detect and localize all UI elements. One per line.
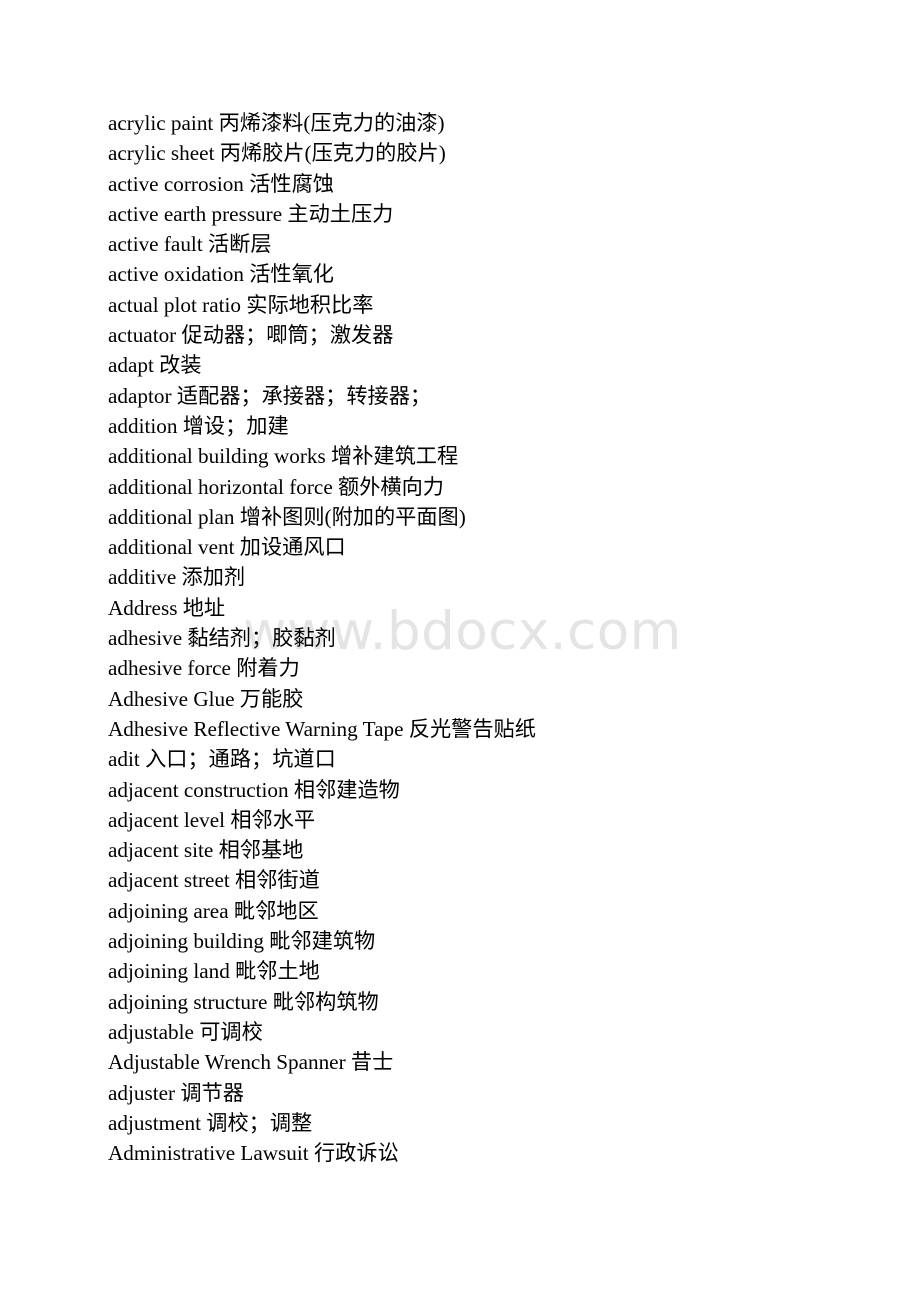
glossary-entry: adjoining structure 毗邻构筑物 xyxy=(108,989,379,1014)
glossary-entry: adjacent street 相邻街道 xyxy=(108,868,320,893)
glossary-entry: additional horizontal force 额外横向力 xyxy=(108,474,444,499)
glossary-entry: Administrative Lawsuit 行政诉讼 xyxy=(108,1141,399,1166)
glossary-entry: adjoining area 毗邻地区 xyxy=(108,898,319,923)
document-page: www.bdocx.com acrylic paint 丙烯漆料(压克力的油漆)… xyxy=(0,0,920,1302)
glossary-entry: Adjustable Wrench Spanner 昔士 xyxy=(108,1050,394,1075)
glossary-entry: active corrosion 活性腐蚀 xyxy=(108,171,334,196)
glossary-entry: Adhesive Glue 万能胶 xyxy=(108,686,304,711)
glossary-entry: adhesive 黏结剂；胶黏剂 xyxy=(108,626,336,651)
glossary-entry: acrylic paint 丙烯漆料(压克力的油漆) xyxy=(108,111,445,135)
glossary-entry: actual plot ratio 实际地积比率 xyxy=(108,292,374,317)
glossary-entry: actuator 促动器；唧筒；激发器 xyxy=(108,323,394,348)
glossary-entry: adjustable 可调校 xyxy=(108,1019,263,1044)
glossary-entry: additional building works 增补建筑工程 xyxy=(108,444,459,469)
glossary-entry: acrylic sheet 丙烯胶片(压克力的胶片) xyxy=(108,141,446,166)
glossary-entry: adit 入口；通路；坑道口 xyxy=(108,747,336,772)
glossary-entry: adjacent level 相邻水平 xyxy=(108,807,316,832)
glossary-entry: adjacent site 相邻基地 xyxy=(108,838,304,863)
glossary-entry: Adhesive Reflective Warning Tape 反光警告贴纸 xyxy=(108,716,536,741)
glossary-entry: adjoining building 毗邻建筑物 xyxy=(108,929,376,954)
glossary-entry: adjuster 调节器 xyxy=(108,1080,244,1105)
glossary-entry: additive 添加剂 xyxy=(108,565,246,590)
glossary-entry: active fault 活断层 xyxy=(108,232,272,257)
glossary-entry: active oxidation 活性氧化 xyxy=(108,262,334,287)
glossary-entry: active earth pressure 主动土压力 xyxy=(108,201,394,226)
glossary-entry: adaptor 适配器；承接器；转接器； xyxy=(108,383,432,408)
glossary-entry: adjustment 调校；调整 xyxy=(108,1110,313,1135)
glossary-entry: additional plan 增补图则(附加的平面图) xyxy=(108,504,466,529)
glossary-entry: adjacent construction 相邻建造物 xyxy=(108,777,400,802)
glossary-entry: Address 地址 xyxy=(108,595,226,620)
glossary-entry: adapt 改装 xyxy=(108,353,202,378)
glossary-entry: addition 增设；加建 xyxy=(108,413,289,438)
glossary-entry: adjoining land 毗邻土地 xyxy=(108,959,320,984)
glossary-entry: additional vent 加设通风口 xyxy=(108,535,346,560)
glossary-entry-list: acrylic paint 丙烯漆料(压克力的油漆) acrylic sheet … xyxy=(108,108,888,1168)
glossary-entry: adhesive force 附着力 xyxy=(108,656,300,681)
